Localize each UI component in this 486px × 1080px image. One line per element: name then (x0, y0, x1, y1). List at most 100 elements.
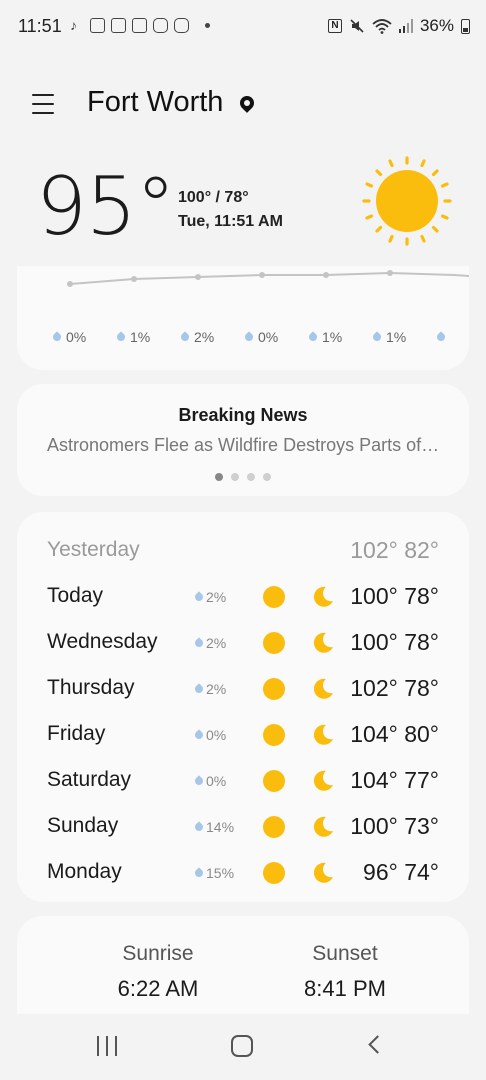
raindrop-icon (193, 683, 205, 695)
day-sun-icon (263, 816, 285, 838)
sunset-time: 8:41 PM (304, 976, 386, 1001)
sunset-label: Sunset (312, 942, 378, 965)
status-bar: 11:51 ♪ N 36% (0, 0, 486, 56)
news-headline[interactable]: Astronomers Flee as Wildfire Destroys Pa… (47, 435, 441, 456)
day-sun-icon (263, 770, 285, 792)
night-moon-icon (311, 815, 335, 839)
app-header: Fort Worth (0, 84, 486, 128)
day-rain-chance: 0% (193, 727, 226, 743)
battery-icon (461, 18, 470, 34)
day-high-low: 100° 78° (350, 583, 439, 609)
city-name[interactable]: Fort Worth (87, 86, 223, 119)
day-sun-icon (263, 586, 285, 608)
day-sun-icon (263, 724, 285, 746)
raindrop-icon (193, 775, 205, 787)
night-moon-icon (311, 861, 335, 885)
back-icon[interactable] (368, 1035, 387, 1054)
day-rain-chance: 2% (193, 589, 226, 605)
day-row[interactable]: Saturday 0% 104° 77° (17, 762, 469, 802)
day-name: Saturday (47, 768, 132, 791)
night-moon-icon (311, 585, 335, 609)
hourly-precip: 0% (51, 329, 117, 345)
hourly-precip: 1% (307, 329, 373, 345)
daily-forecast-card[interactable]: Yesterday 102° 82° Today 2% 100° 78° Wednes… (17, 512, 469, 902)
raindrop-icon (435, 331, 447, 343)
page-dot (247, 473, 255, 481)
page-dot-active (215, 473, 223, 481)
day-row[interactable]: Monday 15% 96° 74° (17, 854, 469, 894)
home-icon[interactable] (231, 1035, 253, 1057)
mute-icon (350, 19, 364, 33)
nfc-icon: N (327, 19, 342, 33)
day-row[interactable]: Friday 0% 104° 80° (17, 716, 469, 756)
today-high-low: 100° / 78° (178, 189, 249, 206)
wifi-icon (372, 19, 392, 34)
day-name: Wednesday (47, 630, 158, 653)
day-name: Friday (47, 722, 106, 745)
signal-icon (398, 19, 413, 33)
night-moon-icon (311, 769, 335, 793)
raindrop-icon (179, 331, 191, 343)
day-name: Monday (47, 860, 122, 883)
current-temperature: 95° (36, 160, 176, 253)
news-page-indicator (215, 473, 271, 481)
day-name: Thursday (47, 676, 135, 699)
sunset: Sunset 8:41 PM (265, 942, 425, 1002)
instagram-icon (174, 18, 189, 33)
day-high-low: 102° 82° (350, 537, 439, 563)
more-dot-icon (205, 23, 210, 28)
location-pin-icon[interactable] (237, 93, 257, 113)
raindrop-icon (193, 591, 205, 603)
raindrop-icon (193, 867, 205, 879)
raindrop-icon (243, 331, 255, 343)
sunrise-label: Sunrise (122, 942, 194, 965)
night-moon-icon (311, 631, 335, 655)
day-row[interactable]: Sunday 14% 100° 73° (17, 808, 469, 848)
day-name: Sunday (47, 814, 119, 837)
night-moon-icon (311, 723, 335, 747)
hourly-temperature-line (67, 270, 469, 287)
recent-apps-icon[interactable] (97, 1036, 117, 1056)
status-time: 11:51 (18, 16, 62, 36)
instagram-icon (153, 18, 168, 33)
day-sun-icon (263, 678, 285, 700)
raindrop-icon (307, 331, 319, 343)
day-high-low: 104° 80° (350, 721, 439, 747)
day-name: Today (47, 584, 104, 607)
day-high-low: 102° 78° (350, 675, 439, 701)
system-nav-bar (0, 1014, 486, 1080)
day-sun-icon (263, 632, 285, 654)
notification-icons: ♪ (70, 18, 210, 33)
raindrop-icon (193, 821, 205, 833)
day-rain-chance: 2% (193, 681, 226, 697)
raindrop-icon (193, 729, 205, 741)
day-rain-chance: 0% (193, 773, 226, 789)
sunny-icon (362, 156, 452, 246)
day-row[interactable]: Thursday 2% 102° 78° (17, 670, 469, 710)
sunrise-sunset-card: Sunrise 6:22 AM Sunset 8:41 PM (17, 916, 469, 1026)
hamburger-menu-icon[interactable] (32, 94, 54, 114)
hourly-precip: 0% (243, 329, 309, 345)
day-high-low: 104° 77° (350, 767, 439, 793)
mail-icon (132, 18, 147, 33)
night-moon-icon (311, 677, 335, 701)
day-rain-chance: 2% (193, 635, 226, 651)
tiktok-icon: ♪ (70, 17, 77, 33)
raindrop-icon (371, 331, 383, 343)
day-high-low: 96° 74° (363, 859, 439, 885)
page-dot (263, 473, 271, 481)
sunrise: Sunrise 6:22 AM (78, 942, 238, 1002)
day-row[interactable]: Wednesday 2% 100° 78° (17, 624, 469, 664)
breaking-news-card[interactable]: Breaking News Astronomers Flee as Wildfi… (17, 384, 469, 496)
day-row[interactable]: Today 2% 100° 78° (17, 578, 469, 618)
hourly-precip: 2% (179, 329, 245, 345)
hourly-forecast-card[interactable]: 0% 1% 2% 0% 1% 1% (17, 266, 469, 370)
day-high-low: 100° 78° (350, 629, 439, 655)
current-datetime: Tue, 11:51 AM (178, 213, 283, 230)
sunrise-time: 6:22 AM (117, 976, 199, 1001)
day-rain-chance: 14% (193, 819, 234, 835)
news-title: Breaking News (178, 405, 308, 425)
day-name: Yesterday (47, 538, 140, 561)
yesterday-row: Yesterday 102° 82° (17, 532, 469, 572)
hourly-precip: 1% (371, 329, 437, 345)
